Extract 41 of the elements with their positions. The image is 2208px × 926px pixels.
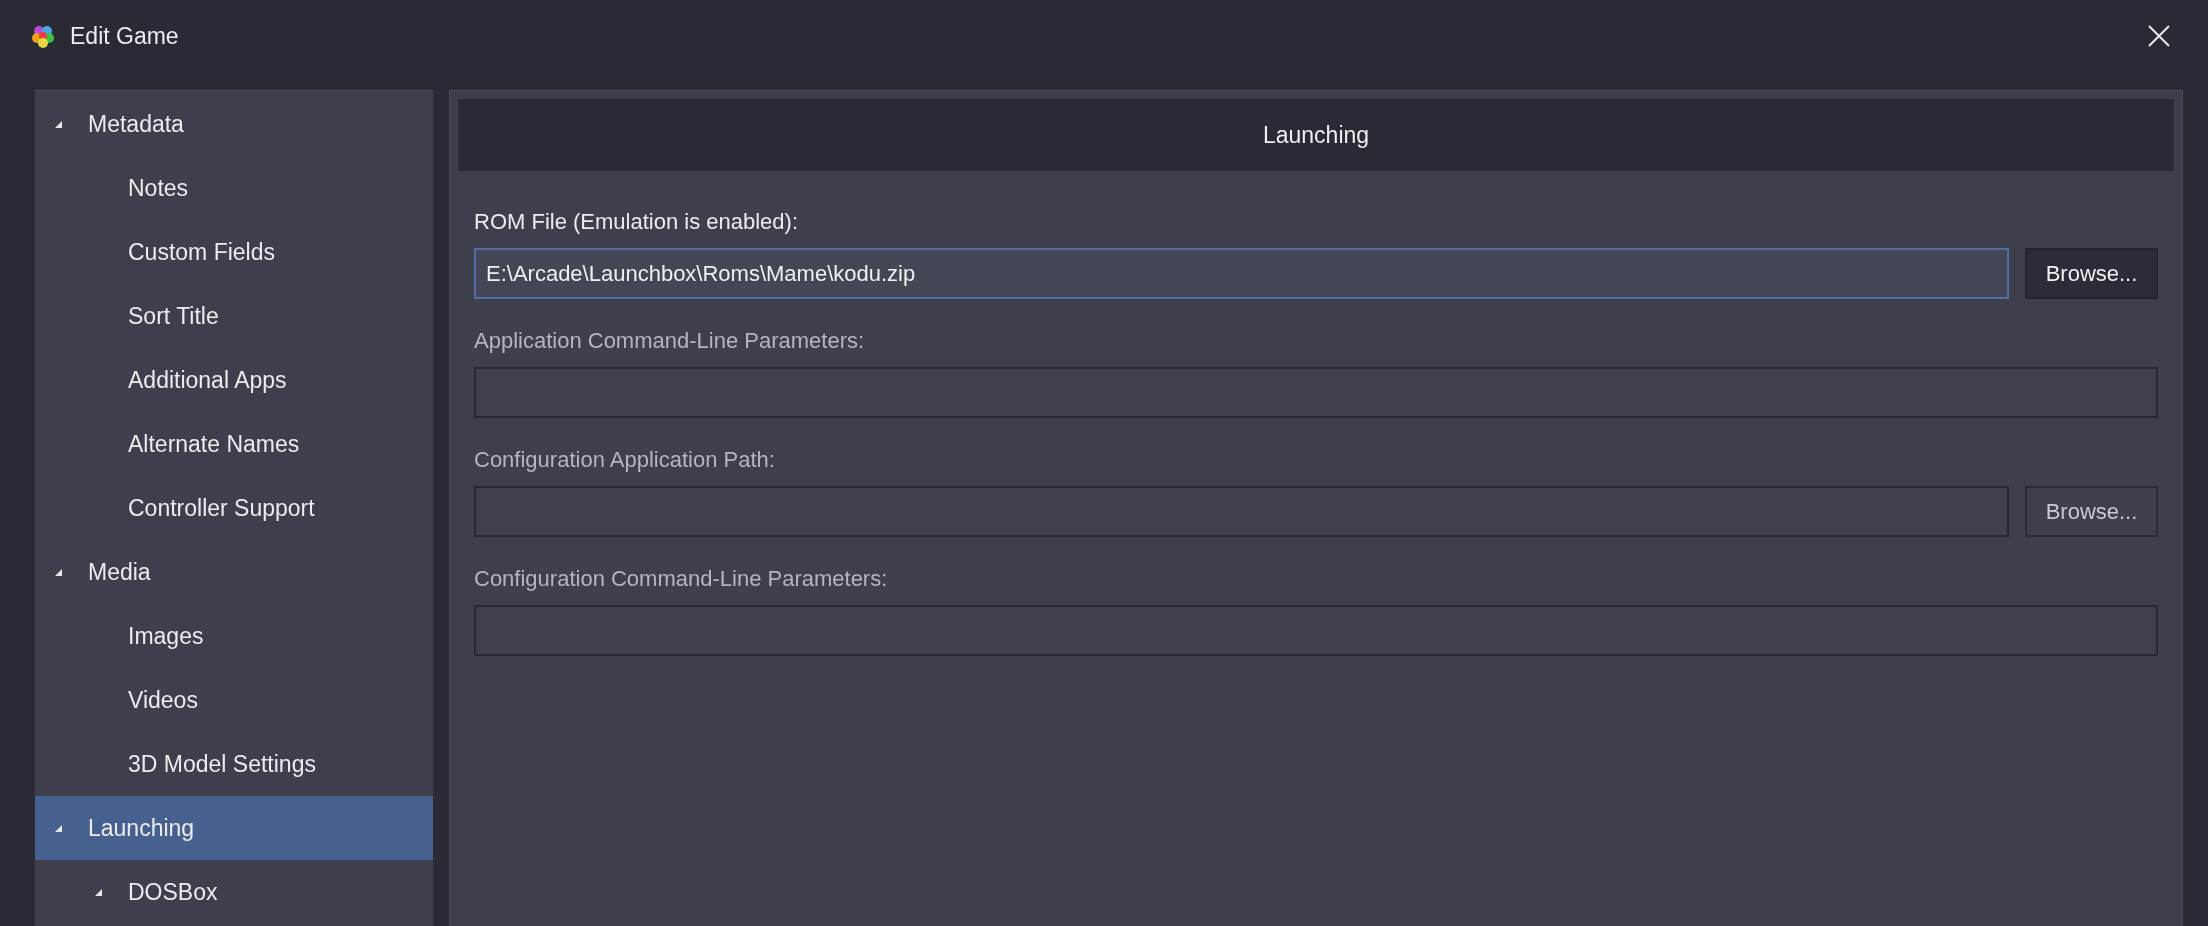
expand-arrow-icon[interactable] bbox=[54, 119, 63, 129]
expand-arrow-icon[interactable] bbox=[54, 823, 63, 833]
field-label: Application Command-Line Parameters: bbox=[474, 327, 866, 355]
tree-item-label: DOSBox bbox=[128, 877, 218, 907]
tree-item-label: Launching bbox=[88, 813, 195, 843]
tree-item[interactable]: 3D Model Settings bbox=[35, 732, 433, 796]
tree-item[interactable]: Media bbox=[35, 540, 433, 604]
panel-title: Launching bbox=[1262, 120, 1370, 150]
tree-item[interactable]: Custom Fields bbox=[35, 220, 433, 284]
tree-item[interactable]: Videos bbox=[35, 668, 433, 732]
tree-item[interactable]: Sort Title bbox=[35, 284, 433, 348]
tree-item[interactable]: Controller Support bbox=[35, 476, 433, 540]
text-input-field[interactable]: E:\Arcade\Launchbox\Roms\Mame\kodu.zip bbox=[474, 248, 2009, 299]
tree-item-label: Additional Apps bbox=[128, 365, 287, 395]
close-icon bbox=[2148, 25, 2170, 47]
tree-item-label: Images bbox=[128, 621, 204, 651]
tree-item-label: Custom Fields bbox=[128, 237, 275, 267]
field-label: ROM File (Emulation is enabled): bbox=[474, 208, 799, 236]
window-title: Edit Game bbox=[70, 21, 179, 51]
tree-item[interactable]: Additional Apps bbox=[35, 348, 433, 412]
tree-item-label: Controller Support bbox=[128, 493, 315, 523]
tree-item-label: Metadata bbox=[88, 109, 184, 139]
tree-item[interactable]: Launching bbox=[35, 796, 433, 860]
browse-button[interactable]: Browse... bbox=[2025, 248, 2158, 299]
tree-item[interactable]: Metadata bbox=[35, 92, 433, 156]
expand-arrow-icon[interactable] bbox=[54, 567, 63, 577]
tree-item-label: Notes bbox=[128, 173, 189, 203]
field-label: Configuration Application Path: bbox=[474, 446, 776, 474]
tree-item-label: Alternate Names bbox=[128, 429, 300, 459]
tree-item[interactable]: Images bbox=[35, 604, 433, 668]
tree-item-label: Videos bbox=[128, 685, 198, 715]
tree-item[interactable]: Notes bbox=[35, 156, 433, 220]
tree-item[interactable]: DOSBox bbox=[35, 860, 433, 924]
tree-item-label: 3D Model Settings bbox=[128, 749, 316, 779]
expand-arrow-icon[interactable] bbox=[94, 887, 103, 897]
close-button[interactable] bbox=[2146, 23, 2172, 49]
tree-item-label: Sort Title bbox=[128, 301, 219, 331]
field-label: Configuration Command-Line Parameters: bbox=[474, 565, 889, 593]
app-logo-icon bbox=[30, 23, 56, 49]
tree-item[interactable]: Alternate Names bbox=[35, 412, 433, 476]
tree-item-label: Media bbox=[88, 557, 151, 587]
